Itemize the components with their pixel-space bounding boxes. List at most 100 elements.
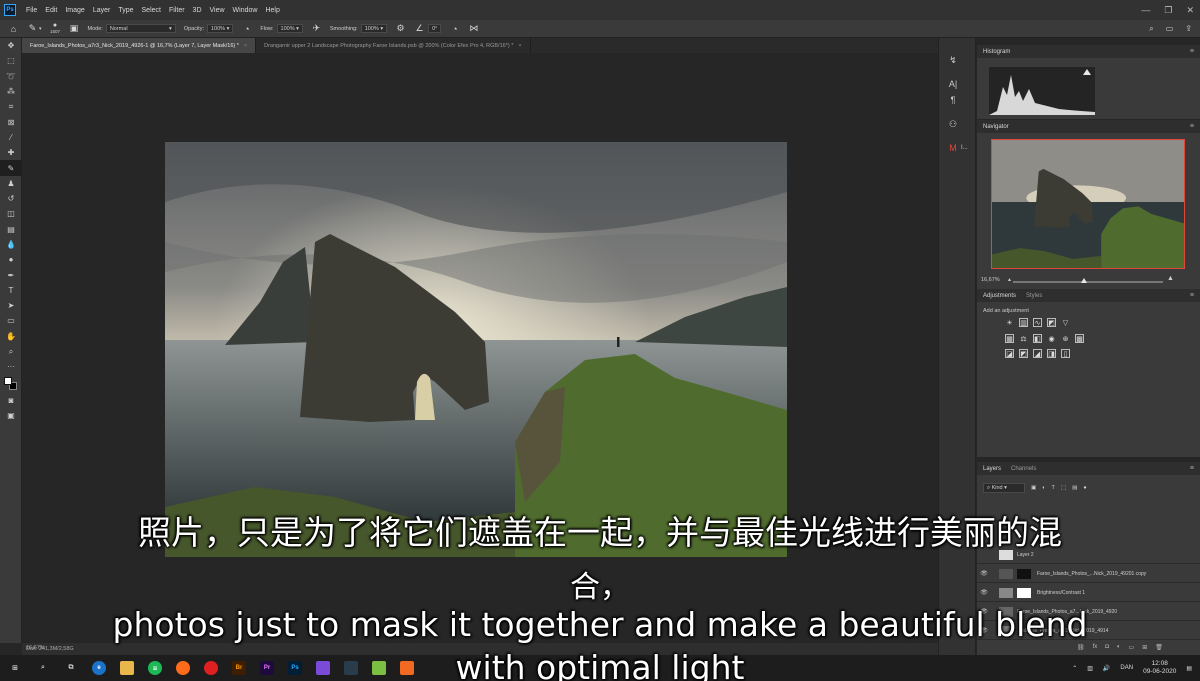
panel-menu-icon[interactable]: ≡ bbox=[1190, 123, 1194, 130]
menu-filter[interactable]: Filter bbox=[165, 7, 189, 14]
tab-close-icon[interactable]: × bbox=[518, 43, 521, 49]
more-tools-icon[interactable]: ··· bbox=[0, 359, 22, 374]
color-lookup-icon[interactable]: ▩ bbox=[1075, 334, 1084, 343]
posterize-icon[interactable]: ◩ bbox=[1019, 349, 1028, 358]
foreground-color-swatch[interactable] bbox=[4, 376, 12, 385]
pressure-size-icon[interactable]: ◔ bbox=[449, 23, 460, 34]
hand-tool-icon[interactable]: ✋ bbox=[0, 329, 22, 344]
brush-tip-icon[interactable]: ● bbox=[50, 22, 61, 29]
brightness-icon[interactable]: ☀ bbox=[1005, 318, 1014, 327]
angle-field[interactable]: 0° bbox=[428, 24, 442, 33]
share-icon[interactable]: ⇪ bbox=[1185, 24, 1192, 34]
eraser-tool-icon[interactable]: ◫ bbox=[0, 206, 22, 221]
paragraph-icon[interactable]: ¶ bbox=[945, 92, 961, 108]
tab-close-icon[interactable]: × bbox=[244, 43, 247, 49]
navigator-thumbnail[interactable] bbox=[991, 139, 1185, 269]
color-balance-icon[interactable]: ⚖ bbox=[1019, 334, 1028, 343]
filter-type-icon[interactable]: T bbox=[1052, 485, 1055, 491]
mode-select[interactable]: Normal ▾ bbox=[105, 24, 176, 33]
menu-image[interactable]: Image bbox=[61, 7, 88, 14]
threshold-icon[interactable]: ◢ bbox=[1033, 349, 1042, 358]
properties-icon[interactable]: ⚇ bbox=[945, 116, 961, 132]
menu-type[interactable]: Type bbox=[114, 7, 137, 14]
panel-menu-icon[interactable]: ≡ bbox=[1190, 292, 1194, 299]
exposure-icon[interactable]: ◩ bbox=[1047, 318, 1056, 327]
character-icon[interactable]: A| bbox=[945, 76, 961, 92]
color-swatches[interactable] bbox=[0, 375, 22, 393]
menu-window[interactable]: Window bbox=[229, 7, 262, 14]
lasso-tool-icon[interactable]: ➰ bbox=[0, 69, 22, 84]
zoom-tool-icon[interactable]: ⌕ bbox=[0, 344, 22, 359]
menu-view[interactable]: View bbox=[206, 7, 229, 14]
symmetry-butterfly-icon[interactable]: ⋈ bbox=[468, 23, 479, 34]
history-brush-tool-icon[interactable]: ↺ bbox=[0, 191, 22, 206]
levels-icon[interactable]: ▥ bbox=[1019, 318, 1028, 327]
filter-pixel-icon[interactable]: ▣ bbox=[1031, 485, 1036, 491]
airbrush-icon[interactable]: ✈ bbox=[311, 23, 322, 34]
gradient-tool-icon[interactable]: ▤ bbox=[0, 222, 22, 237]
menu-layer[interactable]: Layer bbox=[89, 7, 115, 14]
layers-title[interactable]: Layers bbox=[983, 466, 1001, 472]
curves-icon[interactable]: ∿ bbox=[1033, 318, 1042, 327]
selective-color-icon[interactable]: ◨ bbox=[1047, 349, 1056, 358]
flow-field[interactable]: 100% ▾ bbox=[276, 24, 303, 33]
brush-preset-icon[interactable]: ✎ bbox=[27, 23, 38, 34]
panel-menu-icon[interactable]: ≡ bbox=[1190, 465, 1194, 472]
smoothing-options-gear-icon[interactable]: ⚙ bbox=[395, 23, 406, 34]
close-icon[interactable]: ✕ bbox=[1186, 5, 1194, 16]
menu-select[interactable]: Select bbox=[138, 7, 165, 14]
healing-brush-tool-icon[interactable]: ✚ bbox=[0, 145, 22, 160]
brush-settings-icon[interactable]: ▣ bbox=[69, 23, 80, 34]
quick-mask-icon[interactable]: ◙ bbox=[0, 393, 22, 408]
history-icon[interactable]: ↯ bbox=[945, 52, 961, 68]
black-white-icon[interactable]: ◧ bbox=[1033, 334, 1042, 343]
tab-document-2[interactable]: Drangarnir upper 2 Landscape Photography… bbox=[256, 38, 531, 53]
navigator-zoom-slider[interactable] bbox=[1013, 278, 1163, 283]
landscape-photo[interactable] bbox=[165, 142, 787, 557]
layer-kind-filter[interactable]: ⌕ Kind ▾ bbox=[983, 483, 1025, 493]
gradient-map-icon[interactable]: ▯ bbox=[1061, 349, 1070, 358]
panel-menu-icon[interactable]: ≡ bbox=[1190, 48, 1194, 55]
home-icon[interactable]: ⌂ bbox=[8, 23, 19, 34]
hue-saturation-icon[interactable]: ▦ bbox=[1005, 334, 1014, 343]
brush-tool-icon[interactable]: ✎ bbox=[0, 160, 22, 176]
frame-tool-icon[interactable]: ⊠ bbox=[0, 114, 22, 129]
restore-icon[interactable]: ❐ bbox=[1164, 5, 1172, 16]
crop-tool-icon[interactable]: ⌗ bbox=[0, 99, 22, 114]
type-tool-icon[interactable]: T bbox=[0, 283, 22, 298]
zoom-out-icon[interactable]: ▲ bbox=[1007, 277, 1012, 283]
histogram-title[interactable]: Histogram bbox=[983, 49, 1010, 55]
dodge-tool-icon[interactable]: ● bbox=[0, 252, 22, 267]
menu-file[interactable]: File bbox=[22, 7, 41, 14]
tab-document-1[interactable]: Faroe_Islands_Photos_a7r3_Nick_2019_4926… bbox=[22, 38, 257, 53]
clone-stamp-tool-icon[interactable]: ♟ bbox=[0, 176, 22, 191]
path-select-tool-icon[interactable]: ➤ bbox=[0, 298, 22, 313]
navigator-title[interactable]: Navigator bbox=[983, 124, 1009, 130]
smoothing-field[interactable]: 100% ▾ bbox=[360, 24, 388, 33]
marquee-tool-icon[interactable]: ⬚ bbox=[0, 53, 22, 68]
filter-shape-icon[interactable]: ⬚ bbox=[1061, 485, 1066, 491]
navigator-zoom-value[interactable]: 16,67% bbox=[981, 277, 1000, 283]
invert-icon[interactable]: ◪ bbox=[1005, 349, 1014, 358]
adjustments-title[interactable]: Adjustments bbox=[983, 293, 1016, 299]
opacity-field[interactable]: 100% ▾ bbox=[207, 24, 234, 33]
filter-smart-icon[interactable]: ▤ bbox=[1072, 485, 1077, 491]
channel-mixer-icon[interactable]: ⊛ bbox=[1061, 334, 1070, 343]
filter-toggle-icon[interactable]: ● bbox=[1083, 485, 1086, 491]
menu-3d[interactable]: 3D bbox=[189, 7, 206, 14]
blur-tool-icon[interactable]: 💧 bbox=[0, 237, 22, 252]
plugin-icon[interactable]: M bbox=[945, 140, 961, 156]
search-icon[interactable]: ⌕ bbox=[1149, 24, 1153, 34]
move-tool-icon[interactable]: ✥ bbox=[0, 38, 22, 53]
minimize-icon[interactable]: — bbox=[1141, 5, 1150, 15]
screen-mode-icon[interactable]: ▣ bbox=[0, 408, 22, 423]
slider-knob[interactable] bbox=[1081, 278, 1087, 283]
vibrance-icon[interactable]: ▽ bbox=[1061, 318, 1070, 327]
menu-edit[interactable]: Edit bbox=[41, 7, 61, 14]
pen-tool-icon[interactable]: ✒ bbox=[0, 267, 22, 282]
canvas-area[interactable] bbox=[22, 53, 938, 643]
rectangle-tool-icon[interactable]: ▭ bbox=[0, 313, 22, 328]
quick-select-tool-icon[interactable]: ⁂ bbox=[0, 84, 22, 99]
pressure-opacity-icon[interactable]: ◔ bbox=[241, 23, 252, 34]
filter-adjustment-icon[interactable]: ◐ bbox=[1042, 485, 1045, 491]
